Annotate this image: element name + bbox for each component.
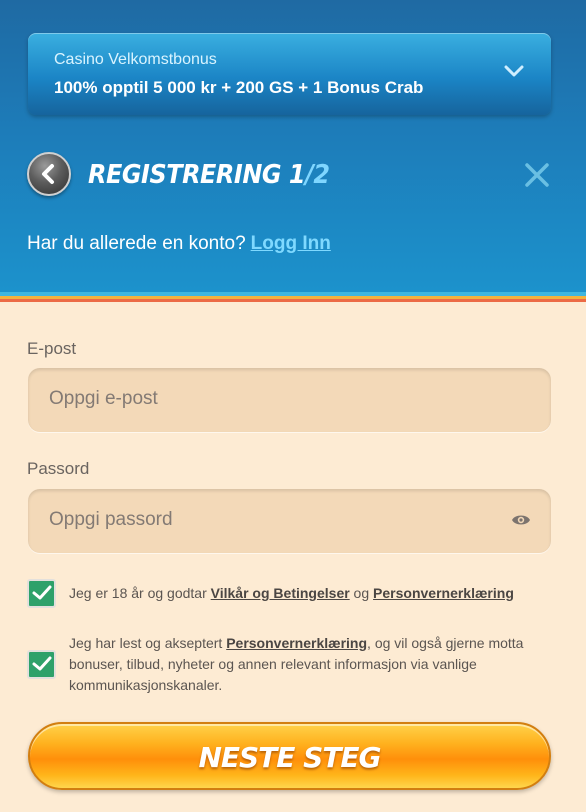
login-link[interactable]: Logg Inn <box>251 233 331 254</box>
checkmark-icon <box>32 656 52 671</box>
login-prompt: Har du allerede en konto? Logg Inn <box>27 233 331 255</box>
consent-text: og <box>349 585 374 601</box>
privacy-link[interactable]: Personvernerklæring <box>373 585 514 601</box>
privacy-link[interactable]: Personvernerklæring <box>226 635 367 651</box>
chevron-down-icon <box>504 65 524 77</box>
close-icon[interactable] <box>522 160 552 190</box>
back-button[interactable] <box>27 152 71 196</box>
marketing-consent-checkbox[interactable] <box>27 650 56 679</box>
email-placeholder: Oppgi e-post <box>49 388 158 409</box>
next-step-label: NESTE STEG <box>198 741 381 774</box>
bonus-title: Casino Velkomstbonus <box>54 51 217 68</box>
checkmark-icon <box>32 585 52 600</box>
password-label: Passord <box>27 459 90 478</box>
password-field[interactable]: Oppgi passord <box>28 489 551 553</box>
login-prompt-text: Har du allerede en konto? <box>27 233 246 254</box>
step-indicator: /2 <box>305 160 330 190</box>
email-label: E-post <box>27 339 77 358</box>
age-terms-text: Jeg er 18 år og godtar Vilkår og Betinge… <box>69 583 549 604</box>
email-field[interactable]: Oppgi e-post <box>28 368 551 432</box>
eye-icon[interactable] <box>511 512 531 528</box>
consent-text: Jeg er 18 år og godtar <box>69 585 211 601</box>
next-step-button[interactable]: NESTE STEG <box>28 722 551 790</box>
back-arrow-icon <box>42 164 54 184</box>
password-placeholder: Oppgi passord <box>49 509 173 530</box>
age-terms-checkbox[interactable] <box>27 579 56 608</box>
welcome-bonus-dropdown[interactable]: Casino Velkomstbonus 100% opptil 5 000 k… <box>28 33 551 115</box>
marketing-consent-text: Jeg har lest og akseptert Personvernerkl… <box>69 633 559 696</box>
bonus-offer: 100% opptil 5 000 kr + 200 GS + 1 Bonus … <box>54 78 424 97</box>
terms-link[interactable]: Vilkår og Betingelser <box>211 585 350 601</box>
page-title: REGISTRERING 1/2 <box>88 160 330 190</box>
consent-text: Jeg har lest og akseptert <box>69 635 227 651</box>
page-title-text: REGISTRERING 1 <box>88 160 306 190</box>
